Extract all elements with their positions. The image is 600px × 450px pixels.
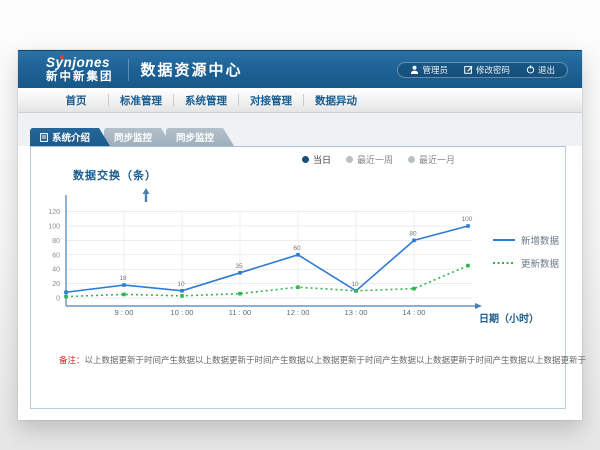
- logo-text: Synjones: [46, 56, 114, 70]
- data-point-label: 10: [351, 281, 359, 288]
- y-tick-label: 80: [52, 238, 60, 245]
- logo: Synjones 新中新集团: [46, 56, 114, 82]
- legend-item-update-data: 更新数据: [493, 256, 559, 270]
- tab-bar: 系统介绍 同步监控 同步监控: [18, 113, 582, 146]
- nav-item-data-change[interactable]: 数据异动: [304, 93, 368, 108]
- footnote-prefix: 备注：: [59, 355, 85, 365]
- data-point: [296, 253, 300, 257]
- radio-label: 最近一月: [419, 153, 455, 166]
- data-point: [238, 271, 242, 275]
- x-tick-label: 12 : 00: [287, 308, 310, 317]
- tab-system-intro[interactable]: 系统介绍: [30, 128, 110, 146]
- tab-sync-monitor-1[interactable]: 同步监控: [104, 128, 172, 146]
- data-point-label: 10: [177, 281, 185, 288]
- change-password-button[interactable]: 修改密码: [464, 64, 510, 76]
- change-password-label: 修改密码: [476, 64, 510, 76]
- user-icon: [410, 65, 419, 74]
- user-name-label: 管理员: [422, 64, 448, 76]
- legend-label: 更新数据: [521, 256, 559, 270]
- y-axis-title: 数据交换（条）: [73, 167, 157, 183]
- data-point: [466, 264, 470, 268]
- x-tick-label: 9 : 00: [115, 308, 134, 317]
- tab-label: 系统介绍: [52, 130, 90, 144]
- radio-dot-selected: [302, 156, 309, 163]
- data-point: [466, 224, 470, 228]
- data-point: [354, 289, 358, 293]
- footnote: 备注：以上数据更新于时间产生数据以上数据更新于时间产生数据以上数据更新于时间产生…: [59, 354, 586, 366]
- x-tick-label: 10 : 00: [171, 308, 194, 317]
- document-icon: [40, 133, 48, 142]
- data-point-label: 35: [235, 263, 243, 270]
- radio-label: 当日: [313, 153, 331, 166]
- chart-legend: 新增数据 更新数据: [493, 233, 559, 270]
- footnote-text: 以上数据更新于时间产生数据以上数据更新于时间产生数据以上数据更新于时间产生数据以…: [85, 355, 587, 365]
- data-point-label: 80: [409, 230, 417, 237]
- series-line-新增数据: [66, 226, 468, 292]
- y-tick-label: 20: [52, 281, 60, 288]
- power-icon: [526, 65, 535, 74]
- time-range-filter: 当日 最近一周 最近一月: [302, 153, 455, 166]
- legend-line-dotted: [493, 261, 515, 265]
- logout-label: 退出: [538, 64, 555, 76]
- legend-line-solid: [493, 238, 515, 242]
- data-point: [180, 289, 184, 293]
- logo-company: 新中新集团: [46, 71, 114, 83]
- data-point-label: 60: [293, 245, 301, 252]
- tab-label: 同步监控: [114, 130, 152, 144]
- data-point: [122, 283, 126, 287]
- y-tick-label: 0: [56, 296, 60, 303]
- radio-label: 最近一周: [357, 153, 393, 166]
- x-tick-label: 14 : 00: [403, 308, 426, 317]
- radio-dot: [346, 156, 353, 163]
- legend-item-new-data: 新增数据: [493, 233, 559, 247]
- data-point-label: 18: [119, 275, 127, 282]
- y-tick-label: 100: [48, 224, 60, 231]
- user-toolbar: 管理员 修改密码 退出: [397, 62, 568, 78]
- data-point: [412, 239, 416, 243]
- data-point: [122, 293, 126, 297]
- tab-sync-monitor-2[interactable]: 同步监控: [166, 128, 234, 146]
- y-tick-label: 120: [48, 209, 60, 216]
- data-point: [64, 290, 68, 294]
- y-tick-label: 60: [52, 252, 60, 259]
- data-point: [296, 285, 300, 289]
- x-axis-arrow: [475, 303, 482, 309]
- edit-icon: [464, 65, 473, 74]
- logout-button[interactable]: 退出: [526, 64, 555, 76]
- page-title: 数据资源中心: [141, 59, 243, 80]
- y-tick-label: 40: [52, 267, 60, 274]
- nav-item-interface-mgmt[interactable]: 对接管理: [239, 93, 303, 108]
- data-point: [412, 287, 416, 291]
- header-divider: [128, 59, 129, 81]
- nav-item-home[interactable]: 首页: [44, 93, 108, 108]
- line-chart: 0 20 40 60 80 100 120 9 : 00 10 : 00 11 : 00 12 : …: [31, 187, 567, 327]
- radio-today[interactable]: 当日: [302, 153, 331, 166]
- app-header: Synjones 新中新集团 数据资源中心 管理员 修改密码 退出: [18, 50, 582, 88]
- radio-last-month[interactable]: 最近一月: [408, 153, 455, 166]
- x-tick-label: 13 : 00: [345, 308, 368, 317]
- x-axis-title: 日期（小时）: [479, 310, 539, 325]
- data-point: [180, 294, 184, 298]
- radio-dot: [408, 156, 415, 163]
- nav-item-system-mgmt[interactable]: 系统管理: [174, 93, 238, 108]
- legend-label: 新增数据: [521, 233, 559, 247]
- radio-last-week[interactable]: 最近一周: [346, 153, 393, 166]
- current-user[interactable]: 管理员: [410, 64, 448, 76]
- app-window: Synjones 新中新集团 数据资源中心 管理员 修改密码 退出 首页 标准管…: [18, 50, 582, 420]
- content-panel: 当日 最近一周 最近一月 数据交换（条） 0 20 40 60 80 100 120 9 : …: [30, 146, 566, 409]
- nav-item-standard-mgmt[interactable]: 标准管理: [109, 93, 173, 108]
- main-nav: 首页 标准管理 系统管理 对接管理 数据异动: [18, 88, 582, 113]
- y-axis-arrow: [143, 188, 150, 202]
- data-point-label: 100: [462, 216, 473, 223]
- x-tick-label: 11 : 00: [229, 308, 251, 317]
- data-point: [64, 295, 68, 299]
- tab-label: 同步监控: [176, 130, 214, 144]
- data-point: [238, 292, 242, 296]
